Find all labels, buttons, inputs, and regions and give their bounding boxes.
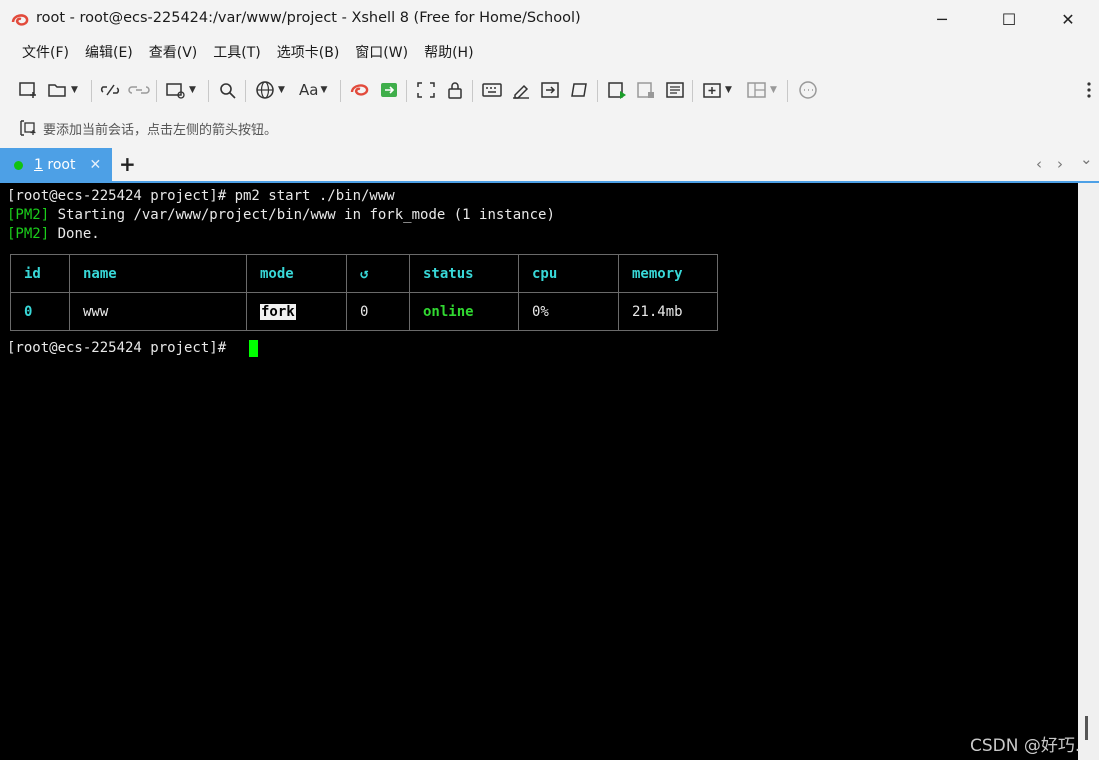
stop-logging-icon[interactable] (635, 78, 657, 102)
tab-next-icon[interactable]: › (1057, 155, 1063, 173)
maximize-button[interactable]: ☐ (986, 0, 1032, 38)
tab-label: 1 root (34, 157, 76, 173)
minimize-button[interactable]: ─ (919, 0, 965, 38)
highlight-pen-icon[interactable] (510, 78, 532, 102)
script-icon[interactable] (568, 78, 590, 102)
menu-edit[interactable]: 编辑(E) (77, 42, 141, 64)
terminal[interactable]: [root@ecs-225424 project]# pm2 start ./b… (0, 183, 1078, 760)
tab-prev-icon[interactable]: ‹ (1036, 155, 1042, 173)
tab-bar: 1 root ✕ + ‹ › ⌄ (0, 148, 1099, 182)
layout-icon[interactable]: ▼ (746, 78, 777, 102)
add-tab-button[interactable]: + (119, 152, 136, 176)
xshell-logo-icon (11, 14, 29, 26)
menu-tabs[interactable]: 选项卡(B) (269, 42, 348, 64)
add-session-arrow-icon[interactable] (18, 119, 38, 137)
table-header-id: id (10, 254, 70, 293)
tab-close-icon[interactable]: ✕ (89, 157, 101, 173)
terminal-cursor (249, 340, 258, 357)
table-header-memory: memory (618, 254, 718, 293)
find-icon[interactable] (217, 78, 239, 102)
terminal-prompt: [root@ecs-225424 project]# (7, 340, 235, 356)
title-bar: root - root@ecs-225424:/var/www/project … (0, 0, 1099, 38)
hint-text: 要添加当前会话，点击左侧的箭头按钮。 (43, 123, 278, 138)
session-settings-icon[interactable]: ▼ (165, 78, 196, 102)
fullscreen-icon[interactable] (415, 78, 437, 102)
cell-memory: 21.4mb (618, 292, 718, 331)
window-title: root - root@ecs-225424:/var/www/project … (36, 10, 581, 26)
tab-list-icon[interactable]: ⌄ (1080, 150, 1093, 168)
menu-tools[interactable]: 工具(T) (205, 42, 268, 64)
xshell-home-icon[interactable] (349, 78, 371, 102)
menu-view[interactable]: 查看(V) (141, 42, 206, 64)
menu-bar: 文件(F) 编辑(E) 查看(V) 工具(T) 选项卡(B) 窗口(W) 帮助(… (14, 42, 482, 64)
table-row: 0 www fork 0 online 0% 21.4mb (10, 292, 718, 331)
disconnect-icon[interactable] (99, 78, 121, 102)
table-header-mode: mode (246, 254, 347, 293)
watermark: CSDN @好巧. (970, 736, 1081, 756)
address-hint-bar: 要添加当前会话，点击左侧的箭头按钮。 (0, 116, 1099, 140)
send-key-icon[interactable] (539, 78, 561, 102)
xftp-icon[interactable] (378, 78, 400, 102)
terminal-line-done: [PM2] Done. (7, 226, 100, 242)
tab-root[interactable]: 1 root ✕ (0, 148, 112, 182)
encoding-globe-icon[interactable]: ▼ (254, 78, 285, 102)
menu-window[interactable]: 窗口(W) (347, 42, 416, 64)
scrollbar-thumb[interactable] (1085, 716, 1088, 740)
more-options-icon[interactable] (1084, 78, 1094, 102)
terminal-line-starting: [PM2] Starting /var/www/project/bin/www … (7, 207, 555, 223)
chat-icon[interactable] (797, 78, 819, 102)
table-header-name: name (69, 254, 247, 293)
open-session-icon[interactable]: ▼ (47, 78, 78, 102)
table-header-status: status (409, 254, 519, 293)
pm2-process-table: id name mode ↺ status cpu memory 0 www f… (10, 254, 718, 331)
new-session-icon[interactable] (18, 78, 40, 102)
table-header-cpu: cpu (518, 254, 619, 293)
log-file-icon[interactable] (664, 78, 686, 102)
keyboard-icon[interactable] (481, 78, 503, 102)
cell-mode: fork (246, 292, 347, 331)
start-logging-icon[interactable] (606, 78, 628, 102)
table-header-row: id name mode ↺ status cpu memory (10, 254, 718, 293)
menu-file[interactable]: 文件(F) (14, 42, 77, 64)
cell-id: 0 (10, 292, 70, 331)
cell-status: online (409, 292, 519, 331)
cell-restarts: 0 (346, 292, 410, 331)
cell-name: www (69, 292, 247, 331)
reconnect-icon[interactable] (128, 78, 150, 102)
terminal-scrollbar[interactable] (1078, 183, 1099, 760)
menu-help[interactable]: 帮助(H) (416, 42, 481, 64)
lock-icon[interactable] (444, 78, 466, 102)
cell-cpu: 0% (518, 292, 619, 331)
font-icon[interactable]: Aa ▼ (299, 78, 327, 102)
connected-status-icon (14, 160, 23, 170)
close-button[interactable]: ✕ (1045, 0, 1091, 38)
table-header-restarts: ↺ (346, 254, 410, 293)
terminal-line-command: [root@ecs-225424 project]# pm2 start ./b… (7, 188, 395, 204)
toolbar: ▼ ▼ ▼ Aa ▼ ▼ ▼ (0, 76, 1099, 104)
new-tab-group-icon[interactable]: ▼ (701, 78, 732, 102)
